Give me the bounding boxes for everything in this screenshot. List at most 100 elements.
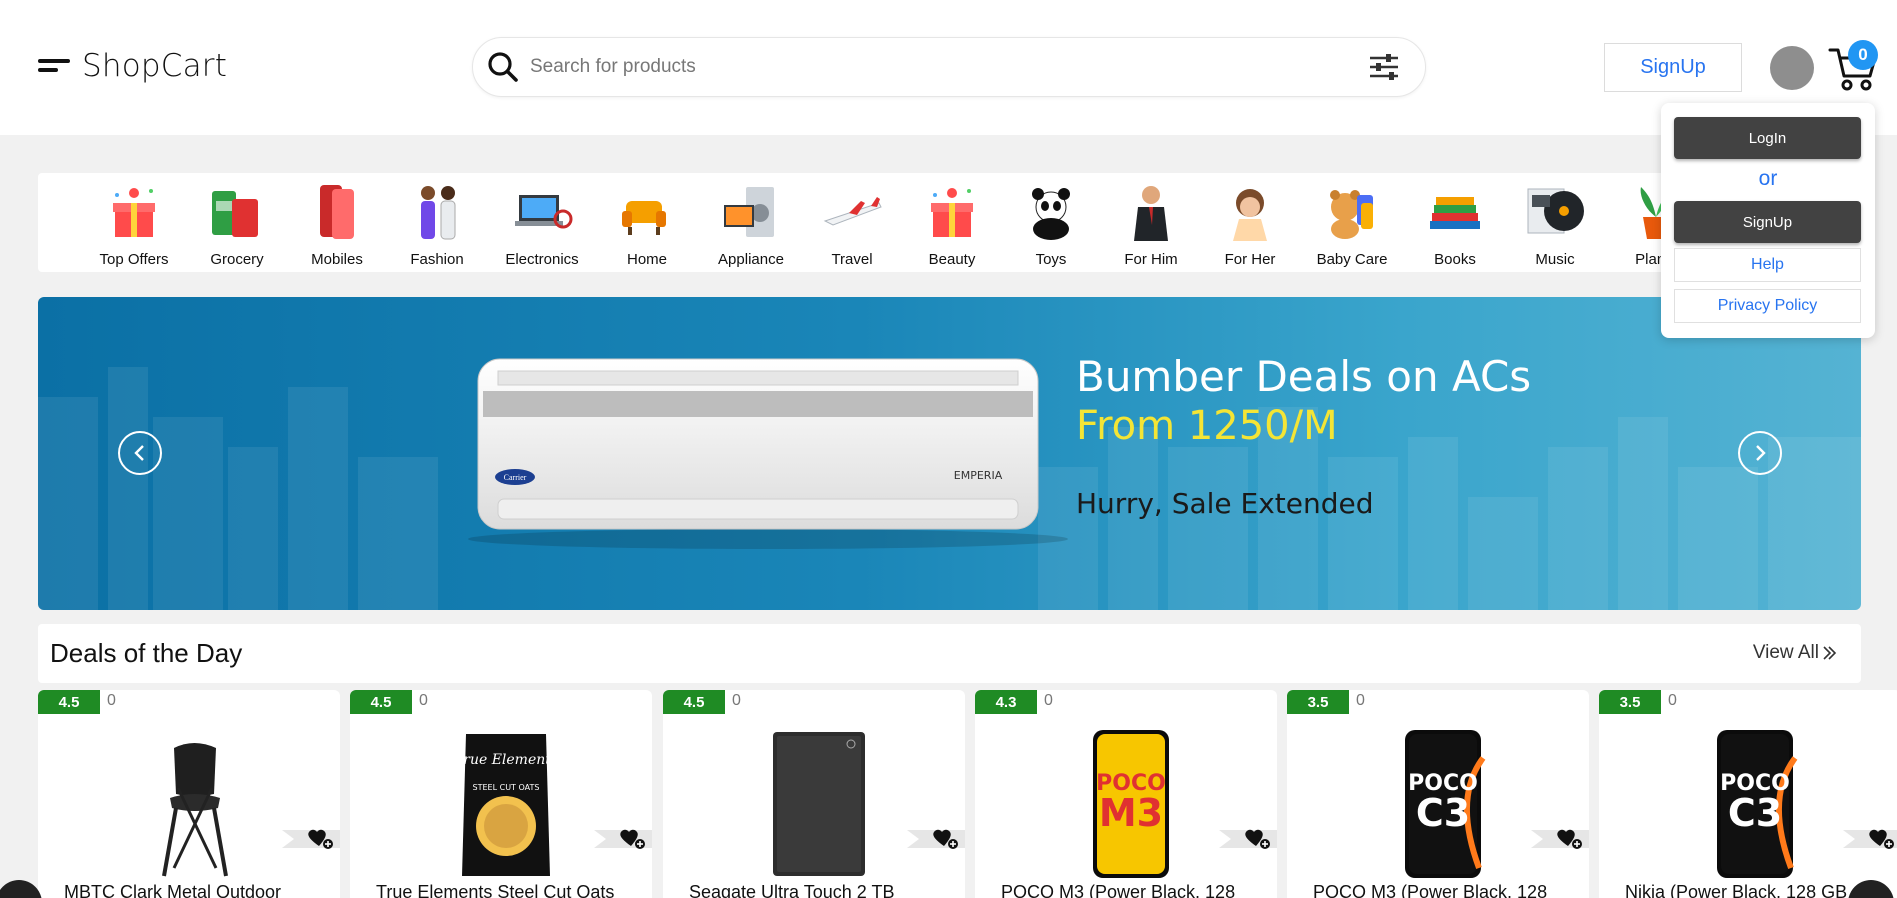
category-baby-care[interactable]: Baby Care [1302,181,1402,268]
banner-prev-button[interactable] [118,431,162,475]
avatar[interactable] [1770,46,1814,90]
chevron-right-icon [1756,445,1766,461]
category-label: Home [626,251,667,268]
review-count: 0 [1668,692,1677,709]
header: ShopCart SignUp 0 [0,0,1897,135]
deal-card[interactable]: 4.5 0 True Elements STEEL CUT OATS True Elem… [350,690,652,898]
ac-model-label: EMPERIA [954,469,1003,482]
deals-prev-button[interactable] [0,880,42,898]
category-fashion[interactable]: Fashion [387,181,487,268]
brand-name[interactable]: ShopCart [82,48,227,84]
deal-card[interactable]: 4.5 0 MBTC Clark Metal Outdoor [38,690,340,898]
gift-icon [113,188,155,237]
category-grocery[interactable]: Grocery [187,181,287,268]
rating-badge: 4.5 [663,690,725,714]
deals-header: Deals of the Day View All [38,624,1861,683]
category-label: Top Offers [99,251,169,268]
deal-card[interactable]: 4.5 0 Seagate Ultra Touch 2 TB [663,690,965,898]
category-appliance[interactable]: Appliance [701,181,801,268]
product-title: POCO M3 (Power Black, 128 [1313,882,1548,898]
dropdown-signup-button[interactable]: SignUp [1674,201,1861,243]
banner-subtext: Hurry, Sale Extended [1076,487,1374,520]
category-bar: Top Offers Grocery Mobiles Fashion Electroni… [38,173,1861,272]
search-icon[interactable] [486,50,520,84]
category-electronics[interactable]: Electronics [492,181,592,268]
cart-count-badge: 0 [1848,40,1878,70]
view-all-link[interactable]: View All [1753,642,1837,664]
menu-icon[interactable] [38,56,70,76]
add-to-wishlist-icon[interactable] [594,824,652,854]
category-home[interactable]: Home [597,181,697,268]
rating-badge: 4.5 [350,690,412,714]
category-books[interactable]: Books [1405,181,1505,268]
category-label: For Her [1224,251,1276,268]
phone-icon: POCOC3 [1717,730,1798,878]
airplane-icon [823,197,882,226]
category-music[interactable]: Music [1505,181,1605,268]
rating-badge: 3.5 [1599,690,1661,714]
help-link[interactable]: Help [1674,248,1861,282]
category-for-him[interactable]: For Him [1101,181,1201,268]
music-icon [1527,188,1584,234]
category-mobiles[interactable]: Mobiles [287,181,387,268]
category-label: Appliance [718,251,784,268]
grocery-icon [212,191,258,237]
air-conditioner-image: Carrier EMPERIA [468,358,1068,549]
category-for-her[interactable]: For Her [1200,181,1300,268]
search-bar [472,37,1426,97]
login-button[interactable]: LogIn [1674,117,1861,159]
product-title: Seagate Ultra Touch 2 TB [689,882,895,898]
category-label: Baby Care [1316,251,1388,268]
add-to-wishlist-icon[interactable] [1531,824,1589,854]
category-label: Books [1434,251,1476,268]
rating-badge: 4.3 [975,690,1037,714]
category-label: Toys [1035,251,1067,268]
signup-button[interactable]: SignUp [1604,43,1742,92]
svg-text:C3: C3 [1728,791,1782,835]
privacy-policy-link[interactable]: Privacy Policy [1674,289,1861,323]
panda-icon [1032,188,1070,240]
add-to-wishlist-icon[interactable] [282,824,340,854]
filter-icon[interactable] [1367,50,1401,84]
deals-title: Deals of the Day [50,638,243,668]
review-count: 0 [1356,692,1365,709]
rating-badge: 4.5 [38,690,100,714]
phone-icon: POCOC3 [1405,730,1486,878]
add-to-wishlist-icon[interactable] [907,824,965,854]
category-top-offers[interactable]: Top Offers [84,181,184,268]
banner-headline: Bumber Deals on ACs [1076,352,1532,401]
category-label: Fashion [410,251,464,268]
category-beauty[interactable]: Beauty [902,181,1002,268]
woman-icon [1233,189,1267,241]
category-travel[interactable]: Travel [802,181,902,268]
sofa-icon [622,201,666,235]
deal-card[interactable]: 3.5 0 POCO C3 POCO M3 (Power Black, 128 [1287,690,1589,898]
add-to-wishlist-icon[interactable] [1219,824,1277,854]
review-count: 0 [107,692,116,709]
promo-banner[interactable]: Carrier EMPERIA Bumber Deals on ACs From… [38,297,1861,610]
deal-card[interactable]: 3.5 0 POCO C3 Nikia (Power Black, 128 GB [1599,690,1897,898]
brand[interactable]: ShopCart [38,48,227,84]
account-dropdown: LogIn or SignUp Help Privacy Policy [1661,103,1875,338]
man-icon [1134,186,1168,241]
laptop-icon [515,195,573,229]
category-toys[interactable]: Toys [1001,181,1101,268]
chair-icon [162,743,228,877]
review-count: 0 [732,692,741,709]
add-to-wishlist-icon[interactable] [1843,824,1897,854]
fashion-icon [421,186,456,240]
double-chevron-right-icon [1823,646,1837,660]
product-title: True Elements Steel Cut Oats [376,882,615,898]
category-label: Beauty [928,251,976,268]
hard-drive-icon [773,732,865,876]
deal-card[interactable]: 4.3 0 POCO M3 POCO M3 (Power Black, 128 [975,690,1277,898]
banner-next-button[interactable] [1738,431,1782,475]
view-all-label: View All [1752,642,1819,663]
banner-price: From 1250/M [1076,403,1338,449]
rating-badge: 3.5 [1287,690,1349,714]
search-input[interactable] [530,56,1367,78]
svg-text:M3: M3 [1099,791,1163,835]
category-label: Mobiles [311,251,363,268]
appliance-icon [724,187,774,237]
category-label: For Him [1124,251,1178,268]
